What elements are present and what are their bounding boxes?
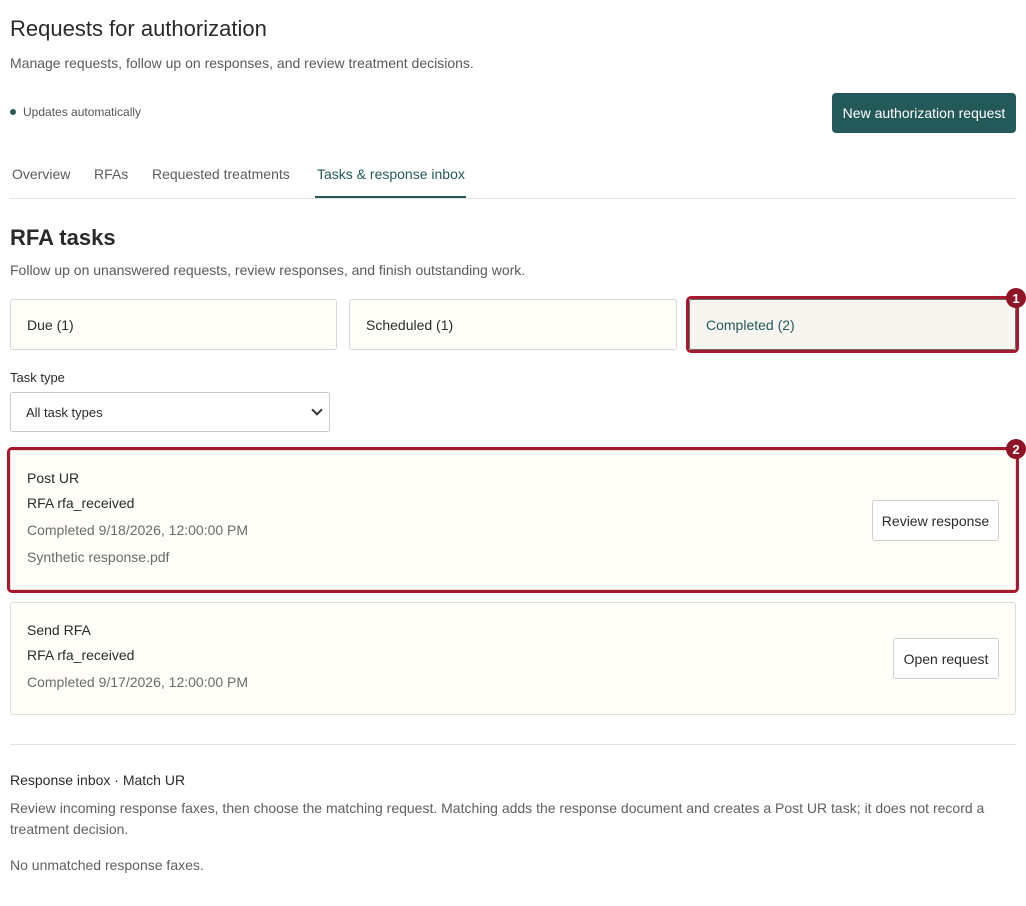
chevron-down-icon	[311, 404, 323, 416]
task-type-label: Task type	[10, 370, 65, 385]
task-completed-date: Completed 9/18/2026, 12:00:00 PM	[27, 522, 249, 538]
tab-overview[interactable]: Overview	[12, 166, 70, 182]
page-title: Requests for authorization	[10, 16, 267, 41]
task-rfa: RFA rfa_received	[27, 495, 135, 511]
filter-completed[interactable]: Completed (2)	[689, 299, 1016, 350]
tab-rfas[interactable]: RFAs	[94, 166, 128, 182]
task-name: Post UR	[27, 470, 80, 486]
annotation-badge-1: 1	[1006, 288, 1026, 308]
section-divider	[10, 744, 1016, 745]
tab-requested-treatments[interactable]: Requested treatments	[152, 166, 290, 182]
annotation-badge-2: 2	[1006, 439, 1026, 459]
review-response-button[interactable]: Review response	[872, 500, 999, 541]
task-attachment[interactable]: Synthetic response.pdf	[27, 549, 169, 565]
task-card-send-rfa: Send RFA RFA rfa_received Completed 9/17…	[10, 602, 1016, 715]
status-dot-icon	[10, 109, 16, 115]
tab-bar: Overview RFAs Requested treatments Tasks…	[10, 152, 1016, 199]
tab-tasks-response-inbox[interactable]: Tasks & response inbox	[317, 166, 465, 182]
task-card-post-ur: Post UR RFA rfa_received Completed 9/18/…	[10, 450, 1016, 590]
rfa-tasks-subtitle: Follow up on unanswered requests, review…	[10, 262, 526, 278]
filter-due[interactable]: Due (1)	[10, 299, 337, 350]
response-inbox-empty-state: No unmatched response faxes.	[10, 857, 204, 873]
rfa-tasks-heading: RFA tasks	[10, 225, 116, 250]
auto-update-status: Updates automatically	[10, 105, 141, 119]
active-tab-indicator	[315, 196, 466, 198]
task-type-selected-value: All task types	[26, 404, 103, 420]
task-rfa: RFA rfa_received	[27, 647, 135, 663]
status-text: Updates automatically	[23, 105, 142, 119]
task-completed-date: Completed 9/17/2026, 12:00:00 PM	[27, 674, 249, 690]
task-name: Send RFA	[27, 622, 91, 638]
new-authorization-request-button[interactable]: New authorization request	[832, 93, 1016, 133]
open-request-button[interactable]: Open request	[893, 638, 999, 679]
response-inbox-description: Review incoming response faxes, then cho…	[10, 800, 985, 837]
task-type-select[interactable]: All task types	[10, 392, 330, 432]
page-subtitle: Manage requests, follow up on responses,…	[10, 55, 474, 71]
response-inbox-heading: Response inbox · Match UR	[10, 772, 186, 788]
filter-scheduled[interactable]: Scheduled (1)	[349, 299, 677, 350]
